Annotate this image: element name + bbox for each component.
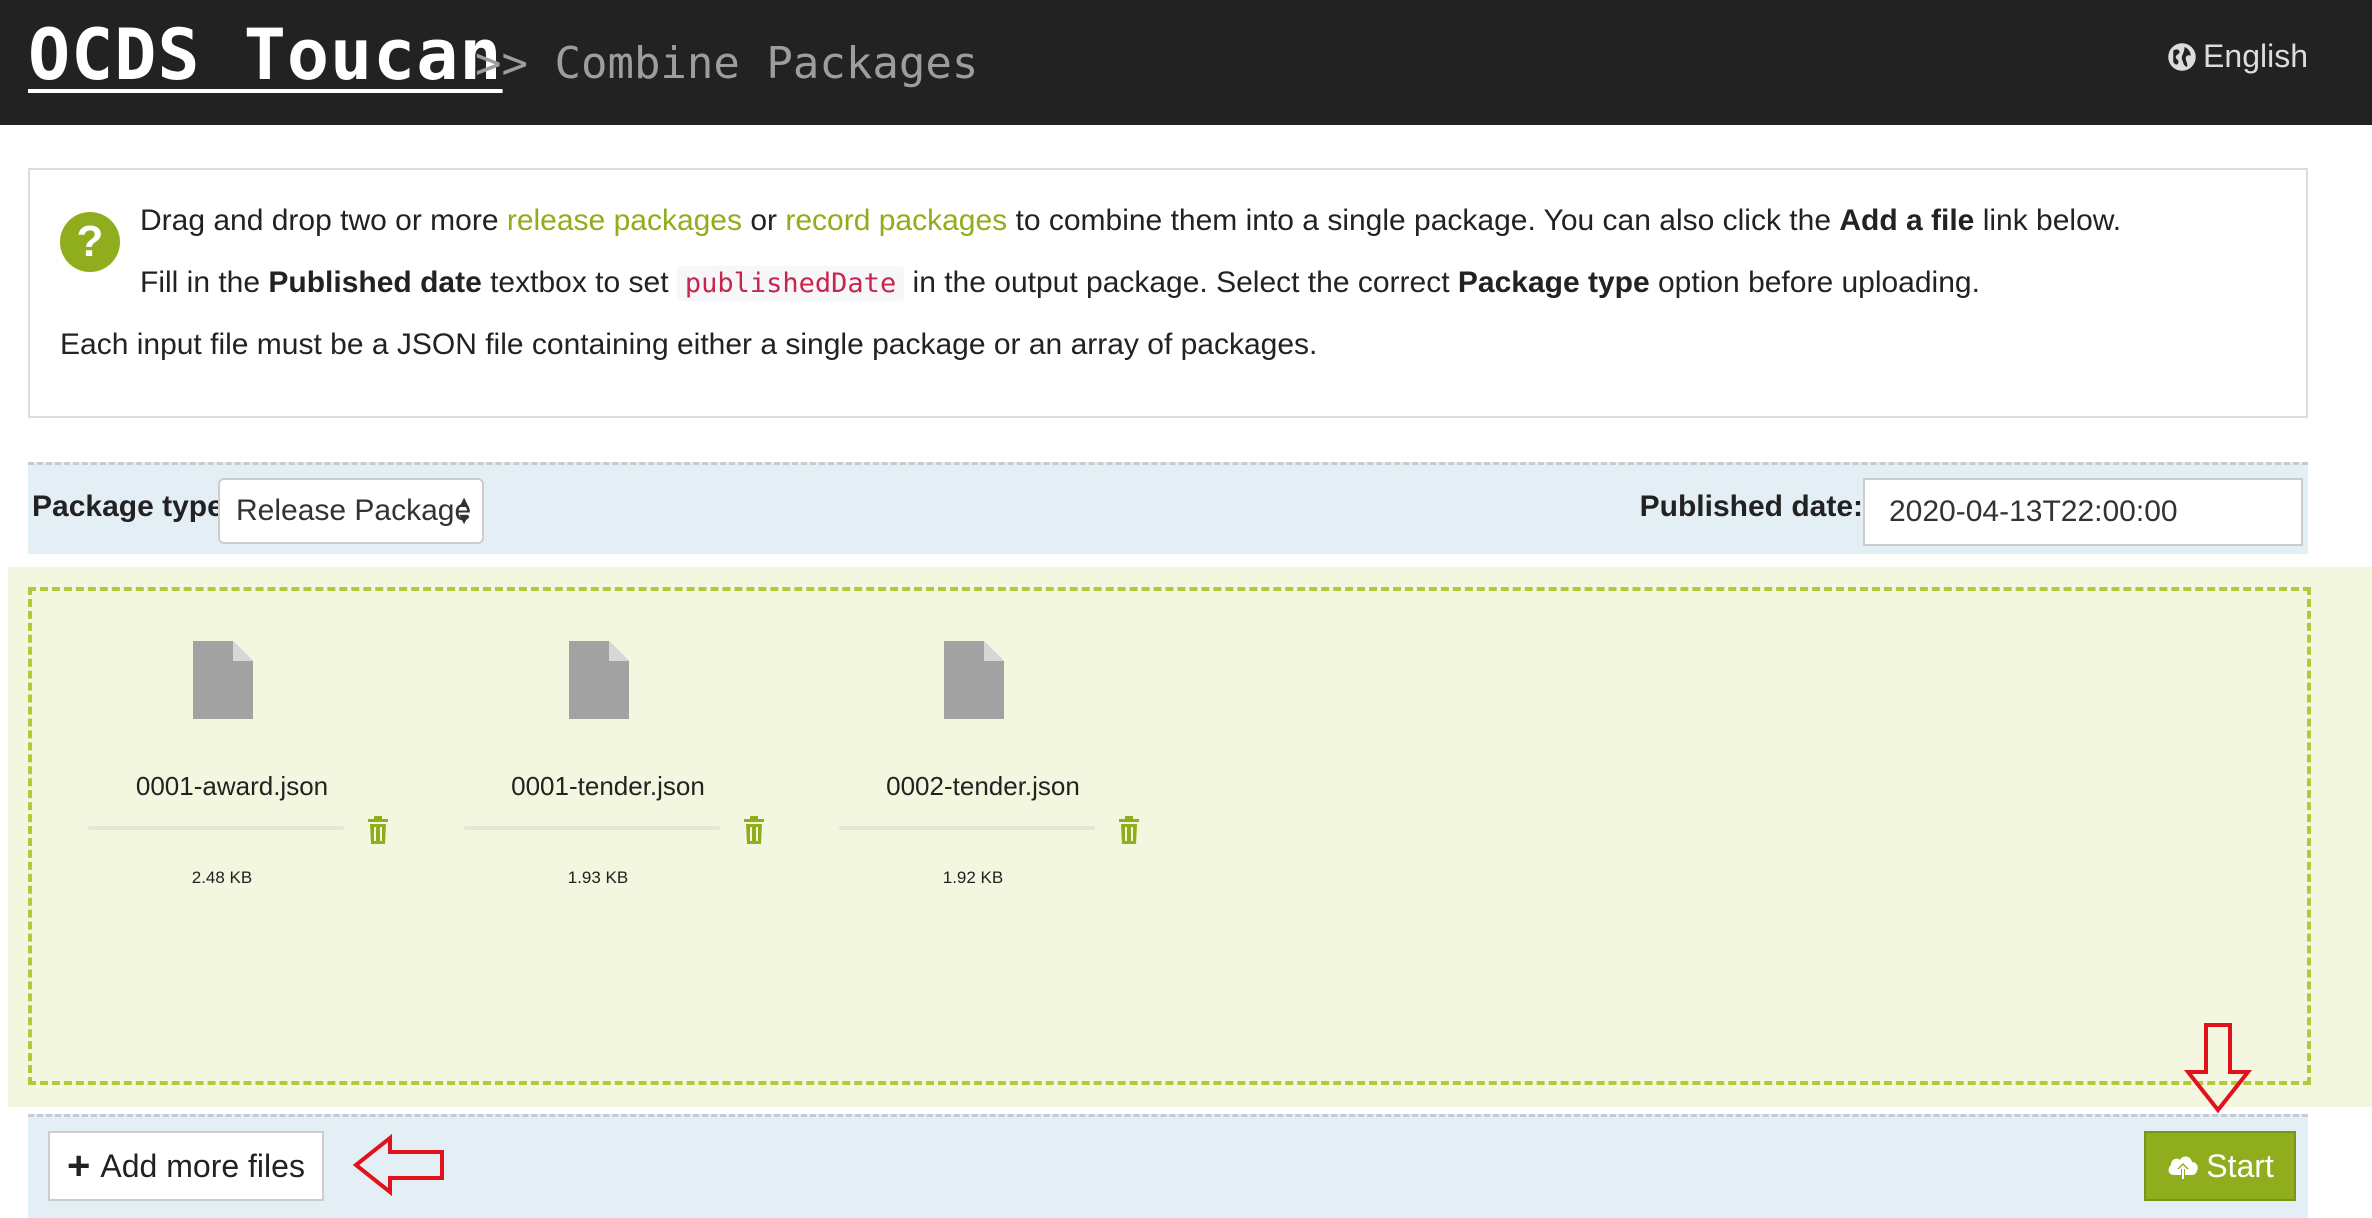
file-card: 0002-tender.json 1.92 KB <box>827 641 1147 887</box>
annotation-arrow-down-icon <box>2184 1023 2252 1114</box>
package-type-select[interactable]: Release Package ▲ ▼ <box>218 478 484 544</box>
text: to combine them into a single package. Y… <box>1007 204 1840 237</box>
file-icon <box>569 641 629 719</box>
file-name: 0002-tender.json <box>886 771 1080 801</box>
instructions-panel: ? Drag and drop two or more release pack… <box>28 168 2308 418</box>
text: or <box>742 204 786 237</box>
instructions-line-3: Each input file must be a JSON file cont… <box>60 328 1318 361</box>
options-bar: Package type: Release Package ▲ ▼ Publish… <box>28 462 2308 554</box>
top-navbar: OCDS Toucan >> Combine Packages English <box>0 0 2372 125</box>
file-icon <box>944 641 1004 719</box>
add-more-files-label: Add more files <box>100 1147 305 1184</box>
release-packages-link[interactable]: release packages <box>507 204 742 237</box>
start-button[interactable]: Start <box>2144 1131 2296 1201</box>
file-size: 1.92 KB <box>942 868 1004 887</box>
instructions-line-2: Fill in the Published date textbox to se… <box>140 266 1980 301</box>
trash-icon[interactable] <box>366 816 390 844</box>
published-date-label: Published date: <box>1639 490 1863 523</box>
add-a-file-emphasis: Add a file <box>1839 204 1975 237</box>
file-name: 0001-award.json <box>135 771 329 801</box>
published-date-code: publishedDate <box>676 266 905 301</box>
file-icon <box>193 641 253 719</box>
brand-link[interactable]: OCDS Toucan <box>28 14 503 96</box>
package-type-value: Release Package <box>236 494 472 527</box>
upload-progress-bar <box>464 826 720 830</box>
package-type-label: Package type: <box>32 490 234 523</box>
file-card: 0001-tender.json 1.93 KB <box>452 641 772 887</box>
trash-icon[interactable] <box>1117 816 1141 844</box>
text: textbox to set <box>481 266 677 299</box>
file-card: 0001-award.json 2.48 KB <box>76 641 396 887</box>
text: Drag and drop two or more <box>140 204 507 237</box>
text: Fill in the <box>140 266 269 299</box>
file-name: 0001-tender.json <box>511 771 705 801</box>
text: in the output package. Select the correc… <box>904 266 1458 299</box>
add-more-files-button[interactable]: + Add more files <box>48 1131 324 1201</box>
package-type-emphasis: Package type <box>1457 266 1650 299</box>
language-label: English <box>2203 38 2308 74</box>
start-label: Start <box>2206 1147 2274 1184</box>
instructions-line-1: Drag and drop two or more release packag… <box>140 204 2121 238</box>
dropzone-container: 0001-award.json 2.48 KB 0001-tender.json <box>8 567 2372 1107</box>
language-selector[interactable]: English <box>2167 38 2308 75</box>
page-subtitle: >> Combine Packages <box>475 38 979 89</box>
record-packages-link[interactable]: record packages <box>785 204 1007 237</box>
file-size: 1.93 KB <box>567 868 629 887</box>
file-size: 2.48 KB <box>191 868 253 887</box>
annotation-arrow-left-icon <box>352 1134 444 1196</box>
cloud-upload-icon <box>2168 1156 2198 1180</box>
published-date-emphasis: Published date <box>268 266 482 299</box>
select-arrows-icon: ▲ ▼ <box>456 494 472 528</box>
globe-icon <box>2168 42 2196 71</box>
upload-progress-bar <box>839 826 1095 830</box>
plus-icon: + <box>67 1144 91 1188</box>
text: option before uploading. <box>1649 266 1980 299</box>
file-dropzone[interactable]: 0001-award.json 2.48 KB 0001-tender.json <box>28 587 2311 1085</box>
upload-progress-bar <box>88 826 344 830</box>
published-date-input[interactable] <box>1863 478 2303 546</box>
trash-icon[interactable] <box>742 816 766 844</box>
question-circle-icon: ? <box>60 212 120 272</box>
text: link below. <box>1974 204 2122 237</box>
